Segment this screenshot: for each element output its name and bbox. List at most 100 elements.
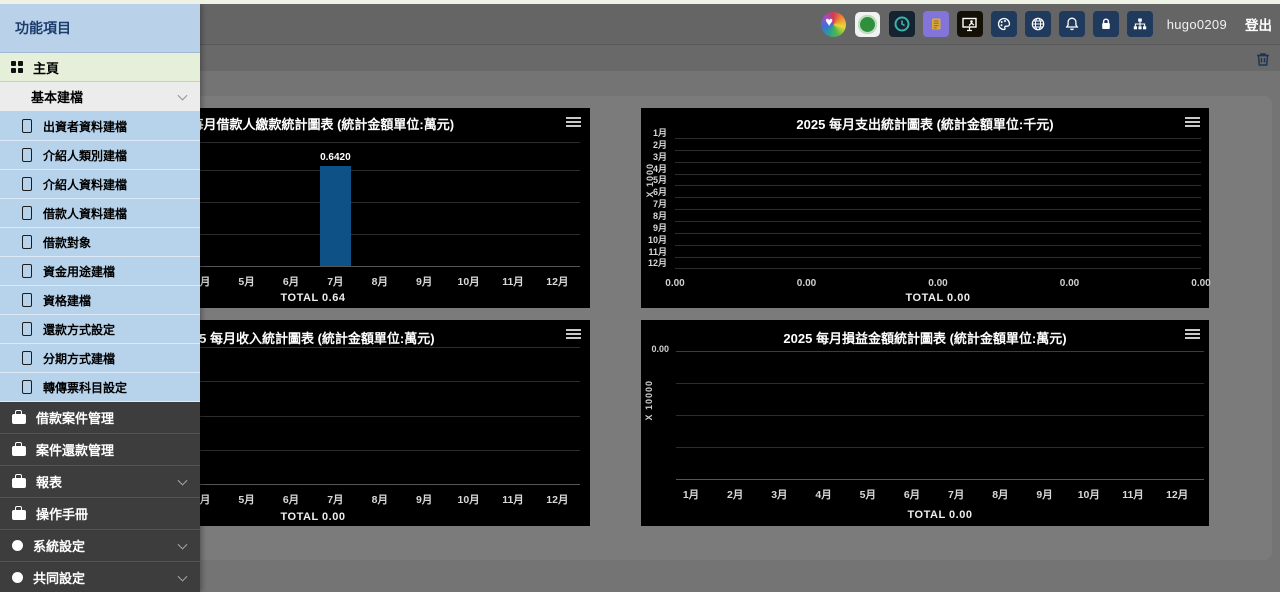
y-axis-tick-label: 1月 xyxy=(641,128,667,138)
x-axis-value-label: 0.00 xyxy=(665,278,684,289)
checkbox-icon xyxy=(22,119,32,133)
chevron-down-icon xyxy=(178,90,188,100)
chart-title: 2025 每月支出統計圖表 (統計金額單位:千元) xyxy=(641,114,1209,133)
x-axis-tick-label: 12月 xyxy=(546,274,568,289)
x-axis-tick-label: 10月 xyxy=(458,274,480,289)
sidebar: 功能項目 主頁基本建檔出資者資料建檔介紹人類別建檔介紹人資料建檔借款人資料建檔借… xyxy=(0,4,200,592)
checkbox-icon xyxy=(22,380,32,394)
x-axis-tick-label: 1月 xyxy=(683,487,699,502)
username-label: hugo0209 xyxy=(1167,17,1227,32)
chevron-down-icon xyxy=(178,571,188,581)
gridline xyxy=(676,415,1204,416)
x-axis-tick-label: 6月 xyxy=(904,487,920,502)
sidebar-item-home[interactable]: 主頁 xyxy=(0,53,200,82)
palette-icon[interactable] xyxy=(991,11,1017,37)
sidebar-item-borrower-data[interactable]: 借款人資料建檔 xyxy=(0,199,200,228)
x-axis-tick-label: 11月 xyxy=(502,492,524,507)
gridline xyxy=(675,268,1201,269)
sidebar-item-label: 介紹人資料建檔 xyxy=(43,176,127,193)
y-axis-tick-label: 8月 xyxy=(641,211,667,221)
x-axis-tick-label: 8月 xyxy=(992,487,1008,502)
x-axis-tick-label: 11月 xyxy=(502,274,524,289)
colorful-logo-icon[interactable] xyxy=(821,11,847,37)
x-axis-tick-label: 7月 xyxy=(327,492,343,507)
sidebar-item-system-settings[interactable]: 系統設定 xyxy=(0,530,200,562)
grid-icon xyxy=(11,61,23,73)
x-axis-value-label: 0.00 xyxy=(797,278,816,289)
x-axis-tick-label: 10月 xyxy=(458,492,480,507)
y-axis-tick-label: 3月 xyxy=(641,152,667,162)
sidebar-item-referrer-data[interactable]: 介紹人資料建檔 xyxy=(0,170,200,199)
sidebar-item-manual[interactable]: 操作手冊 xyxy=(0,498,200,530)
clock-icon[interactable] xyxy=(889,11,915,37)
x-axis-tick-label: 9月 xyxy=(416,492,432,507)
gridline xyxy=(675,162,1201,163)
scroll-icon[interactable] xyxy=(923,11,949,37)
sidebar-item-label: 介紹人類別建檔 xyxy=(43,147,127,164)
sidebar-item-referrer-category[interactable]: 介紹人類別建檔 xyxy=(0,141,200,170)
x-axis-value-label: 0.00 xyxy=(1191,278,1210,289)
finance-app-icon[interactable] xyxy=(855,11,881,37)
sidebar-item-qualification[interactable]: 資格建檔 xyxy=(0,286,200,315)
checkbox-icon xyxy=(22,322,32,336)
sidebar-item-label: 系統設定 xyxy=(33,536,85,555)
sidebar-item-label: 借款對象 xyxy=(43,234,91,251)
sidebar-item-installment-method[interactable]: 分期方式建檔 xyxy=(0,344,200,373)
x-axis-tick-label: 6月 xyxy=(283,492,299,507)
circle-icon xyxy=(12,572,23,583)
sidebar-item-label: 操作手冊 xyxy=(36,504,88,523)
checkbox-icon xyxy=(22,293,32,307)
sitemap-icon[interactable] xyxy=(1127,11,1153,37)
briefcase-icon xyxy=(12,446,26,456)
presentation-icon[interactable] xyxy=(957,11,983,37)
y-axis-tick-label: 11月 xyxy=(641,247,667,257)
gridline xyxy=(676,447,1204,448)
sidebar-item-loan-target[interactable]: 借款對象 xyxy=(0,228,200,257)
sidebar-item-label: 報表 xyxy=(36,472,62,491)
chart-total-label: TOTAL 0.00 xyxy=(676,509,1204,521)
logout-button[interactable]: 登出 xyxy=(1245,14,1272,34)
x-axis-tick-label: 7月 xyxy=(948,487,964,502)
x-axis-tick-label: 8月 xyxy=(372,274,388,289)
sidebar-item-case-repayment-mgmt[interactable]: 案件還款管理 xyxy=(0,434,200,466)
chart-title: 2025 每月損益金額統計圖表 (統計金額單位:萬元) xyxy=(641,328,1209,347)
y-axis-tick-label: 7月 xyxy=(641,199,667,209)
chevron-down-icon xyxy=(178,475,188,485)
sidebar-item-reports[interactable]: 報表 xyxy=(0,466,200,498)
sidebar-item-fund-usage[interactable]: 資金用途建檔 xyxy=(0,257,200,286)
y-axis-tick-label: 9月 xyxy=(641,223,667,233)
sidebar-item-label: 還款方式設定 xyxy=(43,321,115,338)
sidebar-item-loan-case-mgmt[interactable]: 借款案件管理 xyxy=(0,402,200,434)
globe-icon[interactable] xyxy=(1025,11,1051,37)
y-axis-zero-label: 0.00 xyxy=(647,344,669,354)
chart-card-monthly-profit-loss: 2025 每月損益金額統計圖表 (統計金額單位:萬元) 0.001月2月3月4月… xyxy=(641,320,1209,526)
sidebar-item-voucher-subject[interactable]: 轉傳票科目設定 xyxy=(0,373,200,402)
gridline xyxy=(675,185,1201,186)
sidebar-title: 功能項目 xyxy=(0,4,200,53)
lock-icon[interactable] xyxy=(1093,11,1119,37)
x-axis-tick-label: 4月 xyxy=(815,487,831,502)
sidebar-item-basic-setup[interactable]: 基本建檔 xyxy=(0,82,200,112)
checkbox-icon xyxy=(22,206,32,220)
chart-menu-icon[interactable] xyxy=(566,329,581,341)
chart-card-monthly-expense: 2025 每月支出統計圖表 (統計金額單位:千元) 1月2月3月4月5月6月7月… xyxy=(641,108,1209,308)
sidebar-item-repayment-method[interactable]: 還款方式設定 xyxy=(0,315,200,344)
chart-menu-icon[interactable] xyxy=(1185,329,1200,341)
x-axis-tick-label: 5月 xyxy=(238,492,254,507)
chart-menu-icon[interactable] xyxy=(566,117,581,129)
briefcase-icon xyxy=(12,510,26,520)
sidebar-item-common-settings[interactable]: 共同設定 xyxy=(0,562,200,592)
checkbox-icon xyxy=(22,235,32,249)
gridline xyxy=(675,209,1201,210)
y-axis-tick-label: 12月 xyxy=(641,258,667,268)
sidebar-item-label: 分期方式建檔 xyxy=(43,350,115,367)
sidebar-item-investor-data[interactable]: 出資者資料建檔 xyxy=(0,112,200,141)
x-axis-tick-label: 10月 xyxy=(1078,487,1100,502)
y-axis-tick-label: 2月 xyxy=(641,140,667,150)
chart-menu-icon[interactable] xyxy=(1185,117,1200,129)
bell-icon[interactable] xyxy=(1059,11,1085,37)
sidebar-item-label: 基本建檔 xyxy=(31,87,83,106)
trash-icon[interactable] xyxy=(1254,50,1272,68)
x-axis-tick-label: 9月 xyxy=(416,274,432,289)
x-axis-line xyxy=(676,479,1204,480)
